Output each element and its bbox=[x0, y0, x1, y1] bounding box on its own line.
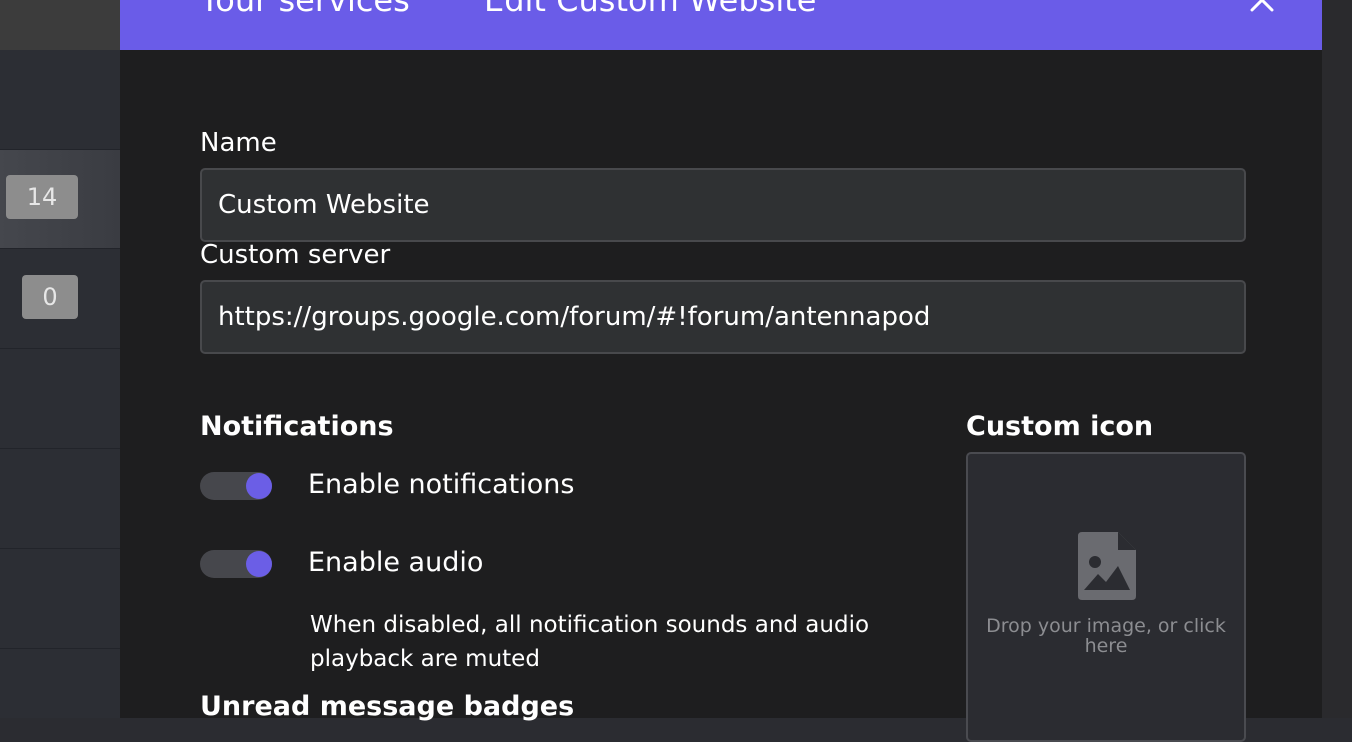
sidebar-item[interactable] bbox=[0, 449, 120, 549]
breadcrumb-your-services[interactable]: Your services bbox=[200, 0, 410, 20]
custom-icon-dropzone[interactable]: Drop your image, or click here bbox=[966, 452, 1246, 742]
image-icon bbox=[1078, 532, 1136, 600]
sidebar-item[interactable] bbox=[0, 649, 120, 718]
enable-notifications-label[interactable]: Enable notifications bbox=[308, 469, 574, 500]
toggle-knob bbox=[246, 551, 272, 577]
enable-audio-label[interactable]: Enable audio bbox=[308, 547, 483, 578]
edit-service-dialog: Your services Edit Custom Website Name C… bbox=[120, 0, 1322, 742]
enable-notifications-toggle[interactable] bbox=[200, 472, 272, 500]
background-content bbox=[1322, 0, 1352, 718]
sidebar-item[interactable] bbox=[0, 349, 120, 449]
dialog-header: Your services Edit Custom Website bbox=[120, 0, 1322, 50]
custom-icon-heading: Custom icon bbox=[966, 411, 1154, 442]
dropzone-text: Drop your image, or click here bbox=[986, 615, 1226, 657]
unread-badge: 0 bbox=[22, 275, 78, 319]
sidebar-item-active[interactable]: 14 bbox=[0, 150, 120, 249]
unread-badge: 14 bbox=[6, 175, 78, 219]
toggle-knob bbox=[246, 473, 272, 499]
close-icon bbox=[1250, 0, 1274, 12]
notifications-heading: Notifications bbox=[200, 411, 394, 442]
custom-server-label: Custom server bbox=[200, 240, 391, 270]
name-input[interactable] bbox=[200, 168, 1246, 242]
custom-server-input[interactable] bbox=[200, 280, 1246, 354]
breadcrumb-current: Edit Custom Website bbox=[484, 0, 817, 19]
close-button[interactable] bbox=[1244, 0, 1280, 20]
unread-badges-heading: Unread message badges bbox=[200, 691, 575, 722]
enable-audio-toggle[interactable] bbox=[200, 550, 272, 578]
audio-help-text: When disabled, all notification sounds a… bbox=[310, 612, 870, 672]
name-label: Name bbox=[200, 128, 277, 158]
sidebar: 14 0 bbox=[0, 0, 120, 718]
sidebar-item[interactable] bbox=[0, 50, 120, 150]
sidebar-item[interactable]: 0 bbox=[0, 249, 120, 349]
sidebar-top-bar bbox=[0, 0, 120, 50]
sidebar-item[interactable] bbox=[0, 549, 120, 649]
